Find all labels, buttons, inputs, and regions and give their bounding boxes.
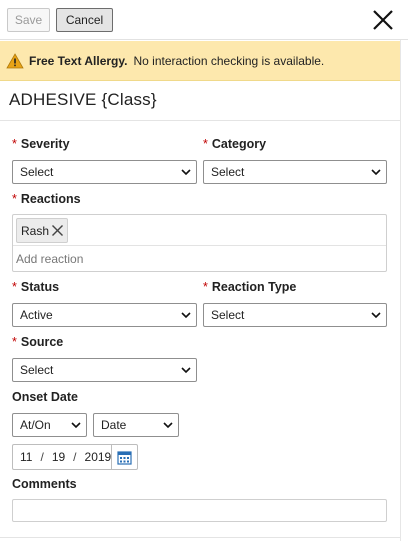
onset-precision-select[interactable]: Date: [93, 413, 179, 437]
calendar-button[interactable]: [111, 444, 137, 470]
comments-input[interactable]: [12, 499, 387, 522]
reactions-label: * Reactions: [12, 192, 81, 206]
divider: [0, 120, 400, 121]
save-button[interactable]: Save: [7, 8, 50, 32]
reaction-chip: Rash: [16, 218, 68, 243]
chevron-down-icon: [181, 169, 191, 176]
chevron-down-icon: [163, 422, 173, 429]
source-label: * Source: [12, 335, 64, 349]
date-year[interactable]: 2019: [85, 450, 112, 464]
date-month[interactable]: 11: [20, 450, 32, 464]
reaction-type-select[interactable]: Select: [203, 303, 387, 327]
warning-icon: [6, 52, 24, 68]
required-marker: *: [203, 137, 208, 151]
top-toolbar: Save Cancel: [0, 0, 408, 40]
status-select[interactable]: Active: [12, 303, 197, 327]
date-separator: /: [40, 450, 44, 464]
onset-date-label: Onset Date: [12, 390, 78, 404]
close-icon[interactable]: [372, 9, 394, 31]
onset-date-input[interactable]: 11 / 19 / 2019: [12, 444, 138, 470]
reactions-field[interactable]: Rash Add reaction: [12, 214, 387, 272]
free-text-warning-banner: Free Text Allergy. No interaction checki…: [0, 41, 400, 81]
source-select[interactable]: Select: [12, 358, 197, 382]
required-marker: *: [12, 335, 17, 349]
required-marker: *: [12, 137, 17, 151]
comments-label: Comments: [12, 477, 77, 491]
remove-chip-icon[interactable]: [51, 224, 64, 237]
date-separator: /: [73, 450, 77, 464]
reaction-type-label: * Reaction Type: [203, 280, 297, 294]
allergy-title: ADHESIVE {Class}: [9, 90, 157, 109]
status-label: * Status: [12, 280, 60, 294]
category-label: * Category: [203, 137, 267, 151]
cancel-button[interactable]: Cancel: [56, 8, 113, 32]
chevron-down-icon: [71, 422, 81, 429]
required-marker: *: [12, 192, 17, 206]
chevron-down-icon: [371, 312, 381, 319]
required-marker: *: [12, 280, 17, 294]
severity-select[interactable]: Select: [12, 160, 197, 184]
banner-message: No interaction checking is available.: [133, 53, 325, 68]
chevron-down-icon: [181, 367, 191, 374]
banner-title: Free Text Allergy.: [29, 53, 128, 68]
divider: [13, 245, 386, 246]
severity-label: * Severity: [12, 137, 70, 151]
date-day[interactable]: 19: [52, 450, 65, 464]
onset-qualifier-select[interactable]: At/On: [12, 413, 87, 437]
chevron-down-icon: [181, 312, 191, 319]
required-marker: *: [203, 280, 208, 294]
add-reaction-input[interactable]: Add reaction: [16, 252, 83, 266]
calendar-icon: [117, 450, 132, 465]
category-select[interactable]: Select: [203, 160, 387, 184]
panel-edge: [400, 40, 401, 541]
divider: [0, 537, 400, 538]
chevron-down-icon: [371, 169, 381, 176]
